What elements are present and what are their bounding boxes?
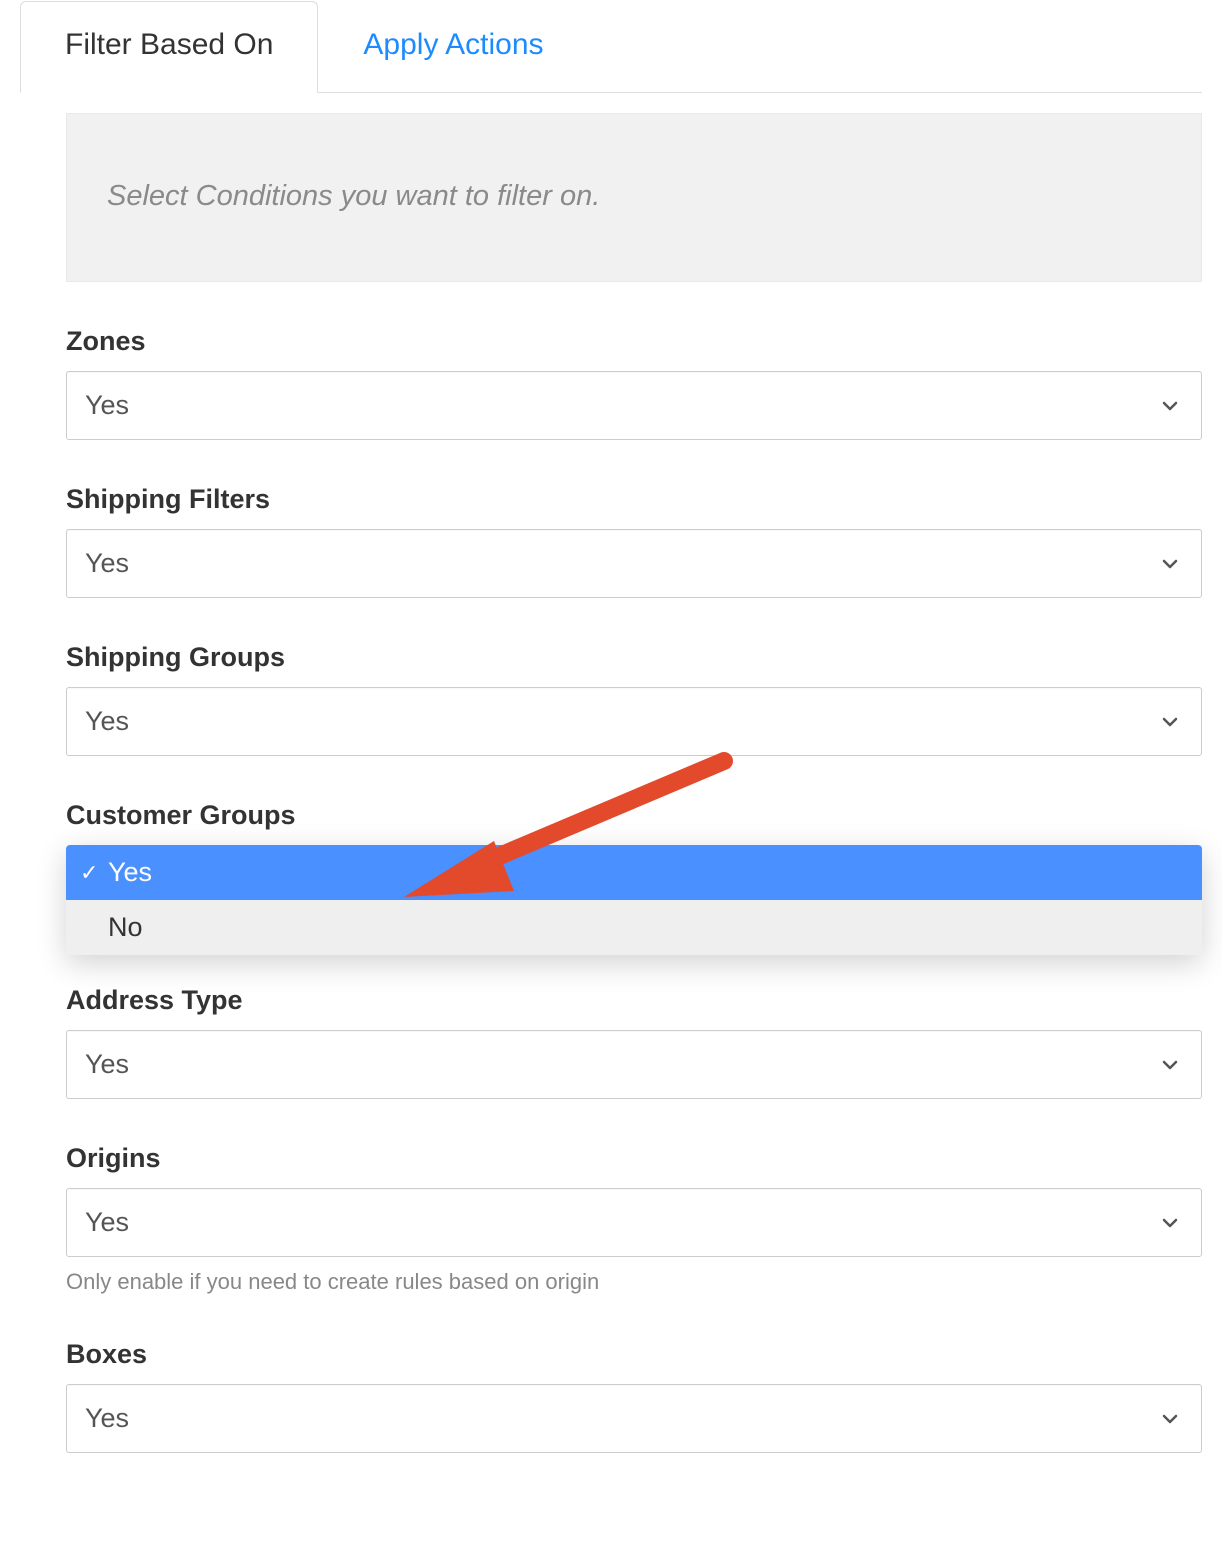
select-shipping-filters-value: Yes (85, 548, 129, 579)
field-origins: Origins Yes Only enable if you need to c… (66, 1143, 1202, 1295)
select-shipping-groups[interactable]: Yes (66, 687, 1202, 756)
select-address-type-value: Yes (85, 1049, 129, 1080)
select-address-type[interactable]: Yes (66, 1030, 1202, 1099)
field-boxes: Boxes Yes (66, 1339, 1202, 1453)
dropdown-list: Yes No (66, 845, 1202, 955)
info-box: Select Conditions you want to filter on. (66, 113, 1202, 282)
label-zones: Zones (66, 326, 1202, 357)
tab-content: Select Conditions you want to filter on.… (20, 93, 1202, 1453)
helper-origins: Only enable if you need to create rules … (66, 1269, 1202, 1295)
tab-filter-based-on[interactable]: Filter Based On (20, 1, 318, 93)
select-origins[interactable]: Yes (66, 1188, 1202, 1257)
select-shipping-filters[interactable]: Yes (66, 529, 1202, 598)
tab-apply-actions[interactable]: Apply Actions (318, 1, 588, 93)
select-boxes-value: Yes (85, 1403, 129, 1434)
select-origins-value: Yes (85, 1207, 129, 1238)
label-boxes: Boxes (66, 1339, 1202, 1370)
tabs: Filter Based On Apply Actions (20, 0, 1202, 93)
select-zones[interactable]: Yes (66, 371, 1202, 440)
select-shipping-groups-value: Yes (85, 706, 129, 737)
field-shipping-filters: Shipping Filters Yes (66, 484, 1202, 598)
label-shipping-filters: Shipping Filters (66, 484, 1202, 515)
select-boxes[interactable]: Yes (66, 1384, 1202, 1453)
field-zones: Zones Yes (66, 326, 1202, 440)
field-address-type: Address Type Yes (66, 985, 1202, 1099)
field-customer-groups: Customer Groups Yes No (66, 800, 1202, 955)
dropdown-option-no[interactable]: No (66, 900, 1202, 955)
label-address-type: Address Type (66, 985, 1202, 1016)
dropdown-option-yes[interactable]: Yes (66, 845, 1202, 900)
field-shipping-groups: Shipping Groups Yes (66, 642, 1202, 756)
label-origins: Origins (66, 1143, 1202, 1174)
label-shipping-groups: Shipping Groups (66, 642, 1202, 673)
select-zones-value: Yes (85, 390, 129, 421)
label-customer-groups: Customer Groups (66, 800, 1202, 831)
select-customer-groups-open: Yes No (66, 845, 1202, 955)
